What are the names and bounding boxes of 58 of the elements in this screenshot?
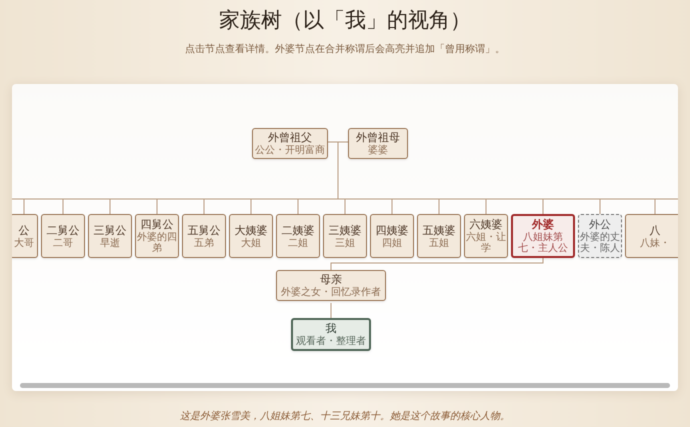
person-note: 六姐・让学 <box>466 232 506 254</box>
person-node[interactable]: 五姨婆 五姐 <box>417 214 461 258</box>
person-note: 公公・开明富商 <box>255 145 325 156</box>
person-name: 母亲 <box>320 273 342 286</box>
person-note: 三姐 <box>335 238 355 248</box>
person-name: 三舅公 <box>94 224 126 238</box>
person-name: 外公 <box>589 218 611 232</box>
person-name: 五姨婆 <box>422 224 456 238</box>
person-node[interactable]: 八 八妹・ <box>625 214 678 258</box>
person-node[interactable]: 六姨婆 六姐・让学 <box>464 214 508 258</box>
person-note: 五弟 <box>194 238 214 248</box>
person-name: 四姨婆 <box>376 224 408 238</box>
person-name: 二舅公 <box>46 224 80 238</box>
person-node[interactable]: 四舅公 外婆的四弟 <box>135 214 179 258</box>
person-name: 六姨婆 <box>470 218 502 232</box>
person-note: 婆婆 <box>368 145 388 156</box>
person-node[interactable]: 二舅公 二哥 <box>41 214 85 258</box>
person-name: 外曾祖母 <box>356 131 400 144</box>
person-node[interactable]: 三姨婆 三姐 <box>323 214 367 258</box>
person-note: 外婆的四弟 <box>137 232 177 254</box>
person-name: 三姨婆 <box>328 224 362 238</box>
person-note: 二哥 <box>53 238 73 248</box>
person-node[interactable]: 五舅公 五弟 <box>182 214 226 258</box>
person-name: 大姨婆 <box>234 224 268 238</box>
person-node[interactable]: 三舅公 早逝 <box>88 214 132 258</box>
person-note: 观看者・整理者 <box>296 336 366 347</box>
person-node[interactable]: 四姨婆 四姐 <box>370 214 414 258</box>
person-node[interactable]: 外曾祖母 婆婆 <box>348 128 408 159</box>
person-name: 外婆 <box>532 218 554 232</box>
person-note: 外婆之女・回忆录作者 <box>281 287 381 298</box>
person-node[interactable]: 公 大哥 <box>12 214 38 258</box>
person-name: 外曾祖父 <box>268 131 312 144</box>
person-name: 五舅公 <box>188 224 220 238</box>
person-node[interactable]: 外婆 八姐妹第七・主人公 <box>511 214 575 258</box>
person-name: 八 <box>650 224 660 238</box>
person-name: 我 <box>326 322 336 336</box>
person-note: 八姐妹第七・主人公 <box>517 232 569 254</box>
person-note: 二姐 <box>288 238 308 248</box>
person-name: 四舅公 <box>140 218 174 232</box>
person-node[interactable]: 二姨婆 二姐 <box>276 214 320 258</box>
person-node[interactable]: 母亲 外婆之女・回忆录作者 <box>276 270 386 301</box>
person-note: 早逝 <box>100 238 120 248</box>
person-note: 外婆的丈夫・陈人 <box>580 232 620 254</box>
person-name: 公 <box>18 224 30 238</box>
person-note: 八妹・ <box>640 238 670 248</box>
person-note: 大姐 <box>241 238 261 248</box>
person-node[interactable]: 大姨婆 大姐 <box>229 214 273 258</box>
scrollbar[interactable] <box>20 383 670 388</box>
caption: 这是外婆张雪美，八姐妹第七、十三兄妹第十。她是这个故事的核心人物。 <box>180 410 510 423</box>
person-node[interactable]: 外公 外婆的丈夫・陈人 <box>578 214 622 258</box>
person-note: 大哥 <box>14 238 34 248</box>
page-title: 家族树（以「我」的视角） <box>219 7 471 34</box>
page-subtitle: 点击节点查看详情。外婆节点在合并称谓后会高亮并追加「曾用称谓」。 <box>185 42 505 56</box>
person-node[interactable]: 我 观看者・整理者 <box>291 318 371 351</box>
person-note: 四姐 <box>382 238 402 248</box>
person-note: 五姐 <box>429 238 449 248</box>
person-name: 二姨婆 <box>282 224 314 238</box>
person-node[interactable]: 外曾祖父 公公・开明富商 <box>252 128 328 159</box>
